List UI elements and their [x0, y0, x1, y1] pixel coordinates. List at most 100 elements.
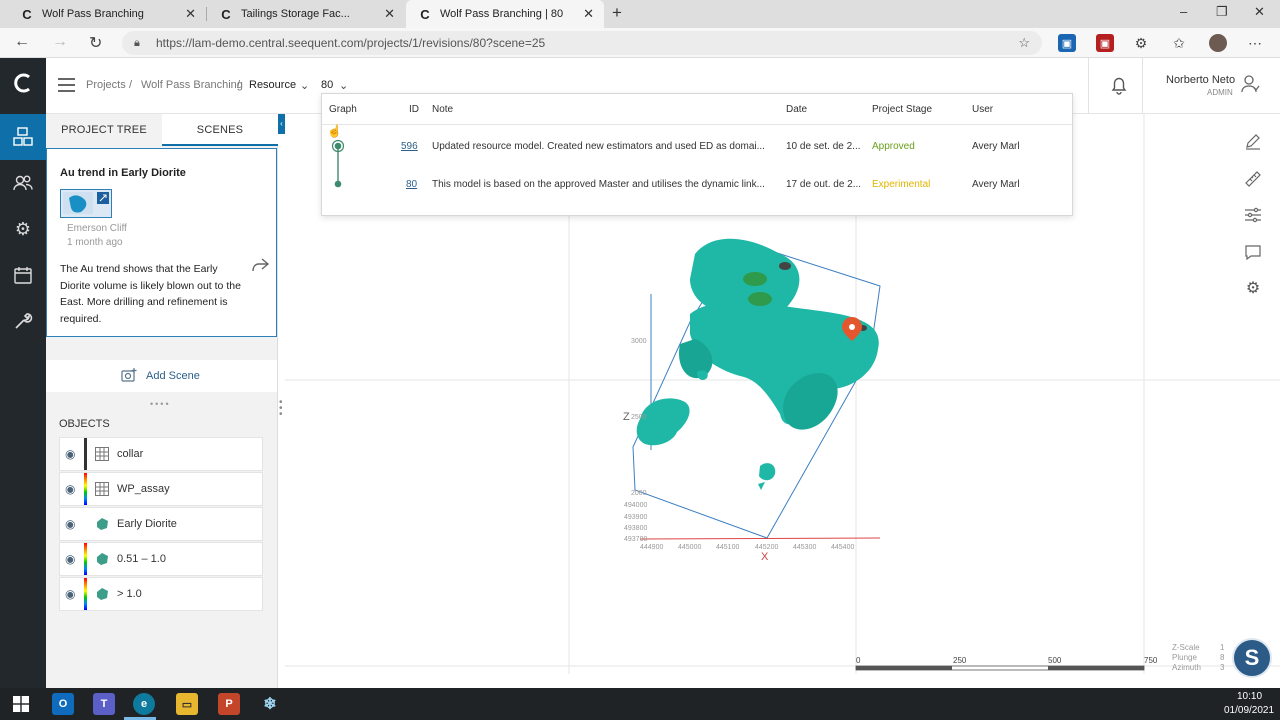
- eye-visibility-icon[interactable]: ◉: [65, 587, 75, 601]
- early-diorite-mesh[interactable]: [636, 238, 879, 490]
- teams-icon[interactable]: T: [93, 693, 115, 715]
- splitter-handle-icon[interactable]: • • •: [279, 398, 283, 420]
- collapse-panel-handle[interactable]: ‹: [278, 114, 285, 134]
- breadcrumb-branch[interactable]: Resource: [249, 79, 296, 91]
- axis-x-label: X: [761, 551, 769, 563]
- table-row[interactable]: 596 Updated resource model. Created new …: [322, 128, 1072, 164]
- revision-date: 17 de out. de 2...: [786, 179, 862, 190]
- view-info-value: 8: [1220, 653, 1225, 662]
- table-row[interactable]: 80 This model is based on the approved M…: [322, 166, 1072, 202]
- revision-note: Updated resource model. Created new esti…: [432, 141, 765, 152]
- tab-title: Wolf Pass Branching | 80: [440, 8, 564, 20]
- calendar-icon[interactable]: [0, 252, 46, 298]
- maximize-button[interactable]: ❐: [1216, 4, 1228, 20]
- breadcrumb-revision[interactable]: 80: [321, 79, 333, 91]
- eye-visibility-icon[interactable]: ◉: [65, 482, 75, 496]
- breadcrumb-project[interactable]: Wolf Pass Branching: [141, 79, 243, 91]
- forward-arrow-icon[interactable]: →: [52, 33, 68, 51]
- add-scene-button[interactable]: Add Scene: [46, 360, 277, 392]
- snowflake-app-icon[interactable]: ❄: [259, 693, 281, 715]
- outlook-icon[interactable]: O: [52, 693, 74, 715]
- address-bar-row: ← → ↻ 🔒︎ https://lam-demo.central.seeque…: [0, 28, 1280, 58]
- breadcrumb-projects[interactable]: Projects: [86, 79, 126, 91]
- new-tab-button[interactable]: +: [612, 3, 622, 23]
- scene-time: 1 month ago: [67, 237, 123, 248]
- mesh-icon: [97, 588, 108, 600]
- chevron-down-icon[interactable]: ⌄: [300, 79, 309, 92]
- object-label: Early Diorite: [117, 518, 177, 530]
- windows-start-icon[interactable]: [10, 693, 32, 715]
- chevron-down-icon[interactable]: ⌄: [339, 79, 348, 92]
- eye-visibility-icon[interactable]: ◉: [65, 447, 75, 461]
- browser-tab[interactable]: C Tailings Storage Fac... ✕: [207, 0, 405, 28]
- extension-icon[interactable]: ▣: [1096, 34, 1114, 52]
- url-field[interactable]: 🔒︎ https://lam-demo.central.seequent.com…: [122, 31, 1042, 55]
- object-label: 0.51 – 1.0: [117, 553, 166, 565]
- x-tick-label: 445000: [678, 544, 701, 551]
- close-tab-icon[interactable]: ✕: [583, 6, 594, 22]
- puzzle-extensions-icon[interactable]: ⚙: [1132, 34, 1150, 52]
- scene-author: Emerson Cliff: [67, 223, 127, 234]
- file-explorer-icon[interactable]: ▭: [176, 693, 198, 715]
- comment-icon[interactable]: [1241, 240, 1265, 264]
- extension-icon[interactable]: ▣: [1058, 34, 1076, 52]
- resize-handle-icon[interactable]: ••••: [150, 399, 171, 409]
- profile-avatar[interactable]: [1209, 34, 1227, 52]
- seequent-logo-icon[interactable]: [0, 60, 46, 106]
- user-account-icon[interactable]: [1240, 73, 1260, 100]
- object-row[interactable]: ◉ collar: [59, 437, 263, 471]
- view-orientation-button[interactable]: S: [1232, 638, 1272, 678]
- view-info-value: 1: [1220, 643, 1225, 652]
- browser-tab[interactable]: C Wolf Pass Branching ✕: [8, 0, 206, 28]
- favorites-icon[interactable]: ✩: [1170, 34, 1188, 52]
- tab-scenes[interactable]: SCENES: [162, 114, 278, 146]
- scene-thumbnail[interactable]: [60, 189, 112, 218]
- close-tab-icon[interactable]: ✕: [185, 6, 196, 22]
- back-arrow-icon[interactable]: ←: [14, 33, 30, 51]
- z-tick-label: 2000: [631, 490, 647, 497]
- object-row[interactable]: ◉ Early Diorite: [59, 507, 263, 541]
- revision-id-link[interactable]: 596: [401, 141, 418, 152]
- eye-visibility-icon[interactable]: ◉: [65, 552, 75, 566]
- pencil-icon[interactable]: [1241, 129, 1265, 153]
- users-icon[interactable]: [0, 160, 46, 206]
- model-cubes-icon[interactable]: [0, 114, 46, 160]
- close-window-button[interactable]: ✕: [1254, 4, 1265, 20]
- minimize-button[interactable]: –: [1180, 4, 1187, 19]
- gear-icon[interactable]: ⚙: [1241, 276, 1265, 300]
- powerpoint-icon[interactable]: P: [218, 693, 240, 715]
- close-tab-icon[interactable]: ✕: [384, 6, 395, 22]
- scale-tick-label: 500: [1048, 656, 1062, 665]
- x-tick-label: 445300: [793, 544, 816, 551]
- scene-card[interactable]: Au trend in Early Diorite Emerson Cliff …: [46, 148, 277, 337]
- table-icon: [95, 447, 109, 461]
- tab-project-tree[interactable]: PROJECT TREE: [46, 114, 162, 146]
- reload-icon[interactable]: ↻: [89, 33, 102, 53]
- column-header: ID: [409, 104, 419, 115]
- favorite-star-icon[interactable]: ☆: [1018, 31, 1030, 55]
- revision-id-link[interactable]: 80: [406, 179, 417, 190]
- scale-tick-label: 250: [953, 656, 967, 665]
- more-menu-icon[interactable]: ⋯: [1246, 34, 1264, 52]
- browser-tab-active[interactable]: C Wolf Pass Branching | 80 ✕: [406, 0, 604, 28]
- settings-gears-icon[interactable]: ⚙: [0, 206, 46, 252]
- edge-browser-icon[interactable]: e: [133, 693, 155, 715]
- left-panel: PROJECT TREE SCENES ‹ Au trend in Early …: [46, 114, 285, 688]
- objects-heading: OBJECTS: [59, 418, 110, 430]
- object-row[interactable]: ◉ 0.51 – 1.0: [59, 542, 263, 576]
- bell-icon[interactable]: [1110, 75, 1128, 100]
- ruler-icon[interactable]: [1241, 167, 1265, 191]
- share-arrow-icon[interactable]: [250, 257, 270, 278]
- hamburger-menu-icon[interactable]: [58, 78, 75, 92]
- sliders-icon[interactable]: [1241, 203, 1265, 227]
- object-row[interactable]: ◉ > 1.0: [59, 577, 263, 611]
- x-tick-label: 445100: [716, 544, 739, 551]
- user-role: ADMIN: [1207, 88, 1233, 97]
- object-row[interactable]: ◉ WP_assay: [59, 472, 263, 506]
- tab-title: Tailings Storage Fac...: [241, 8, 350, 20]
- wrench-icon[interactable]: [0, 298, 46, 344]
- scale-bar: 0 250 500 750: [855, 656, 1158, 671]
- revisions-dropdown: Graph ID Note Date Project Stage User 59…: [321, 93, 1073, 216]
- mouse-cursor-icon: ☝: [327, 124, 342, 138]
- eye-visibility-icon[interactable]: ◉: [65, 517, 75, 531]
